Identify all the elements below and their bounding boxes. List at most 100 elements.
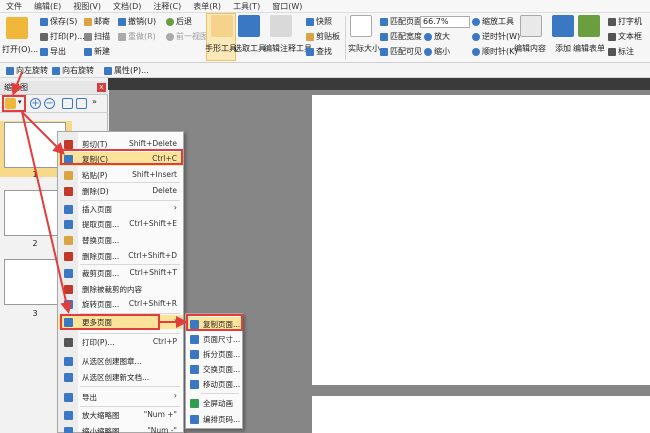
rotate-right-button[interactable]: 向右旋转: [52, 65, 94, 76]
context-menu-item[interactable]: 删除(D) Delete: [58, 184, 183, 198]
menu-edit[interactable]: 编辑(E): [34, 1, 61, 12]
submenu-item-label: 全屏动画: [203, 399, 233, 408]
page-toolbar: 向左旋转 向右旋转 属性(P)...: [0, 63, 650, 78]
more-chevron-icon[interactable]: »: [92, 97, 97, 106]
actual-size-icon[interactable]: [350, 15, 372, 37]
menu-bar: 文件 编辑(E) 视图(V) 文档(D) 注释(C) 表单(R) 工具(T) 窗…: [0, 0, 650, 13]
context-menu-item-label: 导出: [82, 393, 97, 402]
zoom-in-thumbnail-icon[interactable]: +: [30, 98, 41, 109]
menu-comment[interactable]: 注释(C): [153, 1, 181, 12]
back-button[interactable]: 后退: [166, 16, 192, 27]
properties-button[interactable]: 属性(P)...: [104, 65, 149, 76]
typewriter-button[interactable]: 打字机: [608, 16, 642, 27]
edit-form-icon[interactable]: [578, 15, 600, 37]
context-menu-item[interactable]: 提取页面... Ctrl+Shift+E: [58, 217, 183, 231]
context-menu-item[interactable]: 从选区创建新文档...: [58, 370, 183, 384]
scan-button[interactable]: 扫描: [84, 31, 110, 42]
context-menu-item[interactable]: 裁剪页面... Ctrl+Shift+T: [58, 266, 183, 280]
undo-button[interactable]: 撤销(U): [118, 16, 156, 27]
add-label[interactable]: 添加: [555, 43, 571, 54]
context-menu-item[interactable]: 粘贴(P) Shift+Insert: [58, 168, 183, 182]
zoom-out-button[interactable]: 缩小: [424, 46, 450, 57]
page-number-icon: [190, 415, 199, 424]
export-button[interactable]: 导出: [40, 46, 66, 57]
find-button[interactable]: 查找: [306, 46, 332, 57]
submenu-item[interactable]: 页面尺寸...: [186, 332, 242, 346]
zoom-out-thumbnail-icon[interactable]: −: [44, 98, 55, 109]
edit-content-icon[interactable]: [520, 15, 542, 37]
menu-form[interactable]: 表单(R): [193, 1, 221, 12]
save-button[interactable]: 保存(S): [40, 16, 77, 27]
context-menu-item-shortcut: Shift+Insert: [132, 170, 177, 179]
context-menu-item-shortcut: "Num -": [147, 426, 177, 433]
text-select-icon[interactable]: [238, 15, 260, 37]
menu-file[interactable]: 文件: [6, 1, 22, 12]
label-icon: [608, 47, 616, 56]
context-menu-item[interactable]: 缩小缩略图 "Num -": [58, 424, 183, 433]
edit-form-label[interactable]: 编辑表单: [573, 43, 605, 54]
submenu-item[interactable]: 全屏动画: [186, 396, 242, 410]
context-menu-item[interactable]: 删除页面... Ctrl+Shift+D: [58, 249, 183, 263]
actual-size-label[interactable]: 实际大小: [348, 43, 380, 54]
rotate-ccw-button[interactable]: 逆时针(W): [472, 31, 520, 42]
print-button[interactable]: 打印(P)...: [40, 31, 85, 42]
context-menu-item[interactable]: 从选区创建图章...: [58, 354, 183, 368]
label-button[interactable]: 标注: [608, 46, 634, 57]
context-menu-item[interactable]: 打印(P)... Ctrl+P: [58, 335, 183, 349]
submenu-item-label: 交换页面...: [203, 365, 241, 374]
clipboard-button[interactable]: 剪贴板: [306, 31, 340, 42]
context-menu-separator: [80, 406, 180, 407]
rotate-right-icon: [52, 66, 60, 75]
fit-visible-button[interactable]: 匹配可见: [380, 46, 422, 57]
submenu-item[interactable]: 移动页面...: [186, 377, 242, 391]
submenu-item[interactable]: 交换页面...: [186, 362, 242, 376]
submenu-item[interactable]: 编排页码...: [186, 412, 242, 426]
context-menu-item-shortcut: Delete: [152, 186, 177, 195]
swap-page-icon: [190, 365, 199, 374]
context-menu-item[interactable]: 旋转页面... Ctrl+Shift+R: [58, 297, 183, 311]
fit-page-button[interactable]: 匹配页面: [380, 16, 422, 27]
snapshot-button[interactable]: 快照: [306, 16, 332, 27]
rotate-thumbnail-left-icon[interactable]: [62, 98, 73, 109]
prev-view-button[interactable]: 前一视图: [166, 31, 208, 42]
menu-window[interactable]: 窗口(W): [272, 1, 302, 12]
context-menu-item-label: 放大缩略图: [82, 411, 120, 420]
context-menu-separator: [80, 333, 180, 334]
zoom-tool-button[interactable]: 缩放工具: [472, 16, 514, 27]
document-page[interactable]: [312, 95, 650, 385]
zoom-in-button[interactable]: 放大: [424, 31, 450, 42]
context-menu-item[interactable]: 删除被裁剪的内容: [58, 282, 183, 296]
redo-button[interactable]: 重做(R): [118, 31, 156, 42]
textbox-button[interactable]: 文本框: [608, 31, 642, 42]
context-menu-item[interactable]: 插入页面 ›: [58, 202, 183, 216]
context-menu-item[interactable]: 导出 ›: [58, 390, 183, 404]
annotation-box-options: [2, 95, 26, 112]
folder-icon[interactable]: [6, 17, 28, 39]
zoom-select[interactable]: 66.7%: [420, 16, 470, 28]
select-tool-label[interactable]: 选取工具: [234, 43, 266, 54]
close-icon[interactable]: x: [97, 83, 106, 92]
context-menu-item[interactable]: 放大缩略图 "Num +": [58, 408, 183, 422]
context-menu-item-shortcut: "Num +": [143, 410, 177, 419]
rotate-left-button[interactable]: 向左旋转: [6, 65, 48, 76]
edit-comment-tool-label[interactable]: 编辑注释工具: [264, 43, 312, 54]
edit-content-label[interactable]: 编辑内容: [514, 43, 546, 54]
submenu-item-label: 页面尺寸...: [203, 335, 241, 344]
open-button[interactable]: 打开(O)...: [2, 44, 38, 55]
document-page-next[interactable]: [312, 396, 650, 433]
fit-width-icon: [380, 32, 388, 41]
rotate-thumbnail-right-icon[interactable]: [76, 98, 87, 109]
context-menu-item-shortcut: Ctrl+Shift+D: [128, 251, 177, 260]
new-button[interactable]: 新建: [84, 46, 110, 57]
context-menu-item[interactable]: 替换页面...: [58, 233, 183, 247]
menu-tools[interactable]: 工具(T): [233, 1, 260, 12]
submenu-item[interactable]: 拆分页面...: [186, 347, 242, 361]
rotate-cw-button[interactable]: 顺时针(K): [472, 46, 518, 57]
mail-button[interactable]: 邮寄: [84, 16, 110, 27]
menu-document[interactable]: 文档(D): [113, 1, 141, 12]
add-icon[interactable]: [552, 15, 574, 37]
context-menu-item-label: 旋转页面...: [82, 300, 120, 309]
cursor-icon[interactable]: [270, 15, 292, 37]
menu-view[interactable]: 视图(V): [73, 1, 101, 12]
fit-width-button[interactable]: 匹配宽度: [380, 31, 422, 42]
